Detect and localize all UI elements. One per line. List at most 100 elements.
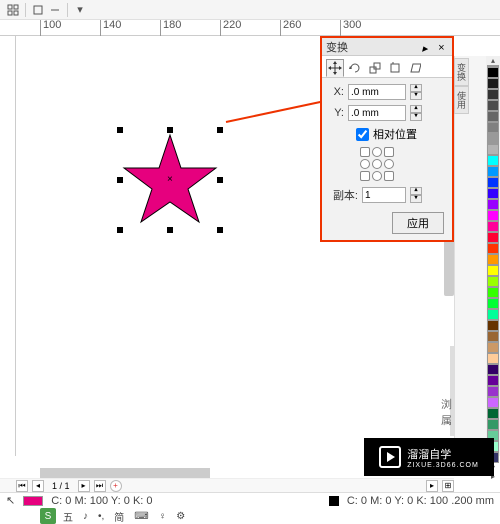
swatch[interactable] — [487, 89, 499, 100]
swatch[interactable] — [487, 133, 499, 144]
grid-icon[interactable] — [6, 3, 20, 17]
copies-spinner[interactable]: ▴▾ — [410, 187, 422, 203]
tool3-icon[interactable]: ▾ — [73, 3, 87, 17]
handle-bm[interactable] — [167, 227, 173, 233]
nav-next-icon[interactable]: ▸ — [78, 480, 90, 492]
docker-expand-icon[interactable]: ▸ — [422, 42, 432, 52]
ime-i0[interactable]: ♪ — [80, 511, 91, 522]
nav-last-icon[interactable]: ⏭ — [94, 480, 106, 492]
nav-prev-icon[interactable]: ◂ — [32, 480, 44, 492]
swatch[interactable] — [487, 309, 499, 320]
anchor-grid — [330, 147, 444, 181]
ime-i3[interactable]: ⌨ — [131, 511, 151, 522]
swatch[interactable] — [487, 386, 499, 397]
swatch[interactable] — [487, 177, 499, 188]
tab-skew-icon[interactable] — [406, 59, 424, 77]
handle-bl[interactable] — [117, 227, 123, 233]
apply-button[interactable]: 应用 — [392, 212, 444, 234]
page-navigator: ⏮ ◂ 1 / 1 ▸ ⏭ + ▸ ⊞ — [0, 478, 454, 492]
anchor-mr[interactable] — [384, 159, 394, 169]
outline-swatch[interactable] — [329, 496, 339, 506]
selected-star-shape[interactable]: × — [120, 130, 220, 230]
cursor-icon: ↖ — [6, 494, 15, 507]
extra-label1: 浏 — [441, 399, 452, 411]
nav-first-icon[interactable]: ⏮ — [16, 480, 28, 492]
anchor-tm[interactable] — [372, 147, 382, 157]
palette-up-icon[interactable]: ▴ — [486, 56, 500, 65]
anchor-bm[interactable] — [372, 171, 382, 181]
swatch-none[interactable] — [487, 65, 499, 67]
nav-right1-icon[interactable]: ▸ — [426, 480, 438, 492]
swatch[interactable] — [487, 232, 499, 243]
scrollbar-h[interactable] — [40, 468, 210, 478]
tab-size-icon[interactable] — [386, 59, 404, 77]
swatch[interactable] — [487, 287, 499, 298]
swatch[interactable] — [487, 408, 499, 419]
x-input[interactable] — [348, 84, 406, 100]
swatch[interactable] — [487, 111, 499, 122]
handle-br[interactable] — [217, 227, 223, 233]
ime-lang[interactable]: 五 — [60, 509, 76, 524]
tab-rotate-icon[interactable] — [346, 59, 364, 77]
tool1-icon[interactable] — [31, 3, 45, 17]
side-tab-use[interactable]: 使用 — [454, 86, 469, 114]
x-spinner[interactable]: ▴▾ — [410, 84, 422, 100]
ime-i5[interactable]: ⚙ — [173, 511, 188, 522]
swatch[interactable] — [487, 100, 499, 111]
handle-tr[interactable] — [217, 127, 223, 133]
ime-i4[interactable]: ♀ — [156, 511, 170, 522]
relative-checkbox[interactable] — [356, 128, 369, 141]
swatch[interactable] — [487, 78, 499, 89]
status-bar: ↖ C: 0 M: 100 Y: 0 K: 0 C: 0 M: 0 Y: 0 K… — [0, 492, 500, 508]
y-spinner[interactable]: ▴▾ — [410, 105, 422, 121]
ime-logo-icon[interactable]: S — [40, 508, 56, 524]
swatch[interactable] — [487, 155, 499, 166]
swatch[interactable] — [487, 320, 499, 331]
swatch[interactable] — [487, 199, 499, 210]
anchor-tr[interactable] — [384, 147, 394, 157]
docker-close-icon[interactable]: × — [438, 42, 448, 52]
y-input[interactable] — [348, 105, 406, 121]
anchor-bl[interactable] — [360, 171, 370, 181]
handle-tm[interactable] — [167, 127, 173, 133]
swatch[interactable] — [487, 254, 499, 265]
copies-input[interactable] — [362, 187, 406, 203]
anchor-ml[interactable] — [360, 159, 370, 169]
anchor-tl[interactable] — [360, 147, 370, 157]
swatch[interactable] — [487, 166, 499, 177]
anchor-br[interactable] — [384, 171, 394, 181]
swatch[interactable] — [487, 397, 499, 408]
nav-right2-icon[interactable]: ⊞ — [442, 480, 454, 492]
swatch[interactable] — [487, 364, 499, 375]
docker-titlebar[interactable]: 变换 ▸ × — [322, 38, 452, 56]
swatch[interactable] — [487, 243, 499, 254]
outline-info: C: 0 M: 0 Y: 0 K: 100 .200 mm — [347, 495, 494, 507]
swatch[interactable] — [487, 144, 499, 155]
side-tab-transform[interactable]: 变换 — [454, 58, 469, 86]
handle-ml[interactable] — [117, 177, 123, 183]
fill-swatch[interactable] — [23, 496, 43, 506]
swatch[interactable] — [487, 265, 499, 276]
swatch[interactable] — [487, 331, 499, 342]
tool2-icon[interactable] — [48, 3, 62, 17]
swatch[interactable] — [487, 375, 499, 386]
swatch[interactable] — [487, 210, 499, 221]
tab-scale-icon[interactable] — [366, 59, 384, 77]
tab-position-icon[interactable] — [326, 59, 344, 77]
swatch[interactable] — [487, 122, 499, 133]
swatch[interactable] — [487, 419, 499, 430]
handle-mr[interactable] — [217, 177, 223, 183]
nav-add-page-icon[interactable]: + — [110, 480, 122, 492]
handle-tl[interactable] — [117, 127, 123, 133]
swatch[interactable] — [487, 188, 499, 199]
swatch[interactable] — [487, 353, 499, 364]
swatch[interactable] — [487, 298, 499, 309]
swatch[interactable] — [487, 276, 499, 287]
swatch[interactable] — [487, 342, 499, 353]
ime-i1[interactable]: •, — [95, 511, 107, 522]
swatch[interactable] — [487, 67, 499, 78]
swatch[interactable] — [487, 221, 499, 232]
ime-i2[interactable]: 简 — [111, 509, 127, 524]
anchor-mm[interactable] — [372, 159, 382, 169]
relative-label: 相对位置 — [373, 126, 417, 142]
